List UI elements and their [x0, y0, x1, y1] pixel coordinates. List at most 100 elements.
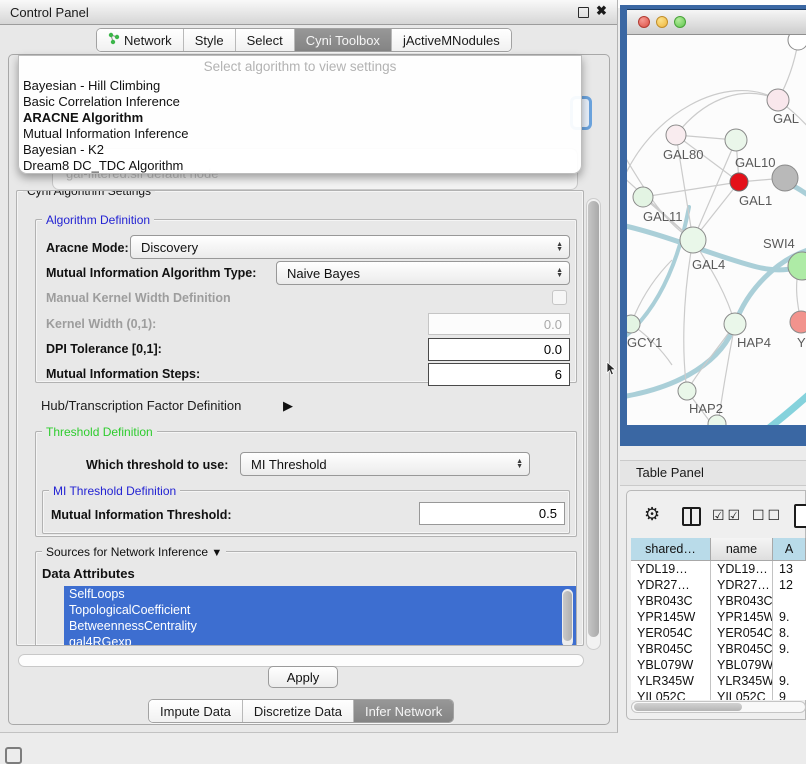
node-label-gal11: GAL11 [643, 209, 683, 224]
table-row[interactable]: YBL079WYBL079W [631, 657, 806, 673]
column-header-shared-name[interactable]: shared… [631, 538, 711, 560]
node-label-gal80: GAL80 [663, 147, 703, 162]
node-label-hap2: HAP2 [689, 401, 723, 416]
data-attributes-list: SelfLoops TopologicalCoefficient Between… [64, 586, 576, 646]
network-graph [627, 35, 806, 425]
cyni-algorithm-settings-group: Cyni Algorithm Settings Algorithm Defini… [16, 190, 584, 646]
node-label-gcy1: GCY1 [627, 335, 662, 350]
manual-kernel-width-checkbox[interactable] [552, 290, 567, 305]
tab-network-label: Network [124, 33, 172, 48]
tab-network[interactable]: Network [97, 29, 184, 51]
mi-algorithm-type-label: Mutual Information Algorithm Type: [46, 266, 256, 280]
cyni-algorithm-settings-title: Cyni Algorithm Settings [23, 190, 155, 198]
close-traffic-light-icon[interactable] [638, 16, 650, 28]
tab-infer-network[interactable]: Infer Network [354, 700, 453, 722]
algorithm-option[interactable]: Mutual Information Inference [19, 126, 581, 142]
manual-kernel-width-label: Manual Kernel Width Definition [46, 291, 231, 305]
algorithm-option-selected[interactable]: ARACNE Algorithm [19, 110, 581, 126]
threshold-definition-title: Threshold Definition [42, 425, 157, 439]
collapsed-panel-icon[interactable] [5, 747, 22, 764]
kernel-width-field[interactable] [428, 313, 570, 335]
tab-discretize-data[interactable]: Discretize Data [243, 700, 354, 722]
mi-threshold-label: Mutual Information Threshold: [51, 508, 232, 522]
tab-cyni-toolbox[interactable]: Cyni Toolbox [295, 29, 392, 51]
aracne-mode-combo[interactable]: Discovery ▲▼ [130, 235, 570, 259]
stepper-icon: ▲▼ [516, 459, 523, 469]
mi-algorithm-type-value: Naive Bayes [287, 266, 556, 281]
settings-vertical-scrollbar[interactable] [586, 198, 601, 650]
kernel-width-label: Kernel Width (0,1): [46, 317, 156, 331]
mi-threshold-definition-group: MI Threshold Definition Mutual Informati… [42, 490, 570, 534]
network-view-window: GAL GAL80 GAL10 GAL1 GAL11 SWI4 GAL4 GCY… [620, 5, 806, 446]
threshold-definition-group: Threshold Definition Which threshold to … [35, 431, 577, 537]
dpi-tolerance-field[interactable] [428, 338, 570, 361]
algorithm-dropdown-prompt: Select algorithm to view settings [19, 56, 581, 78]
table-panel-title: Table Panel [636, 465, 704, 480]
aracne-mode-value: Discovery [141, 240, 556, 255]
algorithm-option[interactable]: Basic Correlation Inference [19, 94, 581, 110]
float-window-icon[interactable] [578, 7, 589, 18]
list-scrollbar[interactable] [562, 589, 573, 646]
dpi-tolerance-label: DPI Tolerance [0,1]: [46, 342, 162, 356]
data-attributes-label: Data Attributes [42, 566, 135, 581]
which-threshold-label: Which threshold to use: [86, 458, 228, 472]
table-row[interactable]: YPR145WYPR145W9. [631, 609, 806, 625]
table-row[interactable]: YBR045CYBR045C9. [631, 641, 806, 657]
which-threshold-value: MI Threshold [251, 457, 516, 472]
table-row[interactable]: YBR043CYBR043C [631, 593, 806, 609]
table-row[interactable]: YIL052CYIL052C9 [631, 689, 806, 700]
algorithm-option[interactable]: Bayesian - K2 [19, 142, 581, 158]
gear-icon[interactable]: ⚙ [644, 504, 660, 525]
tab-impute-data[interactable]: Impute Data [149, 700, 243, 722]
list-item[interactable]: BetweennessCentrality [64, 618, 576, 634]
apply-button[interactable]: Apply [268, 666, 338, 688]
node-label-gal4: GAL4 [692, 257, 725, 272]
column-header-partial[interactable]: A [773, 538, 806, 560]
table-horizontal-scrollbar[interactable] [631, 701, 806, 713]
which-threshold-combo[interactable]: MI Threshold ▲▼ [240, 452, 530, 476]
column-header-name[interactable]: name [711, 538, 773, 560]
list-item[interactable]: gal4RGexp [64, 634, 576, 646]
tab-jactivemnodules[interactable]: jActiveMNodules [392, 29, 511, 51]
mi-threshold-field[interactable] [419, 502, 565, 525]
deselect-all-checkboxes-icon[interactable]: ☐☐ [752, 507, 783, 524]
table-row[interactable]: YLR345WYLR345W9. [631, 673, 806, 689]
tab-select[interactable]: Select [236, 29, 295, 51]
mi-steps-label: Mutual Information Steps: [46, 367, 200, 381]
column-layout-icon[interactable] [682, 507, 701, 526]
list-item[interactable]: TopologicalCoefficient [64, 602, 576, 618]
table-row[interactable]: YER054CYER054C8. [631, 625, 806, 641]
minimize-traffic-light-icon[interactable] [656, 16, 668, 28]
node-label-hap4: HAP4 [737, 335, 771, 350]
mi-algorithm-type-combo[interactable]: Naive Bayes ▲▼ [276, 261, 570, 285]
stepper-icon: ▲▼ [556, 268, 563, 278]
sources-expanded-arrow-icon[interactable]: ▼ [211, 547, 222, 559]
mi-threshold-definition-title: MI Threshold Definition [49, 484, 180, 498]
hub-collapsed-arrow-icon[interactable]: ▶ [283, 398, 293, 414]
mi-steps-field[interactable] [428, 363, 570, 386]
sources-title: Sources for Network Inference ▼ [42, 545, 226, 560]
tab-style[interactable]: Style [184, 29, 236, 51]
node-label-gal10: GAL10 [735, 155, 775, 170]
close-icon[interactable]: ✖ [596, 3, 607, 19]
algorithm-option[interactable]: Bayesian - Hill Climbing [19, 78, 581, 94]
select-all-checkboxes-icon[interactable]: ☑☑ [712, 507, 743, 524]
network-canvas[interactable]: GAL GAL80 GAL10 GAL1 GAL11 SWI4 GAL4 GCY… [627, 35, 806, 425]
new-table-icon[interactable] [794, 504, 806, 528]
sources-group: Sources for Network Inference ▼ Data Att… [35, 551, 577, 646]
algorithm-option[interactable]: Dream8 DC_TDC Algorithm [19, 158, 581, 174]
table-row[interactable]: YDL19…YDL19…13 [631, 561, 806, 577]
algorithm-definition-group: Algorithm Definition Aracne Mode: Discov… [35, 219, 577, 383]
zoom-traffic-light-icon[interactable] [674, 16, 686, 28]
control-panel-titlebar: Control Panel ✖ [0, 0, 617, 25]
algorithm-definition-title: Algorithm Definition [42, 213, 154, 227]
mouse-cursor [606, 362, 618, 376]
network-window-titlebar [627, 9, 806, 35]
node-label-swi4: SWI4 [763, 236, 795, 251]
control-panel-title: Control Panel [10, 5, 89, 20]
node-label-gal-partial: GAL [773, 111, 799, 126]
algorithm-dropdown: Select algorithm to view settings Bayesi… [18, 55, 582, 174]
aracne-mode-label: Aracne Mode: [46, 241, 129, 255]
list-item[interactable]: SelfLoops [64, 586, 576, 602]
table-row[interactable]: YDR27…YDR27…12 [631, 577, 806, 593]
